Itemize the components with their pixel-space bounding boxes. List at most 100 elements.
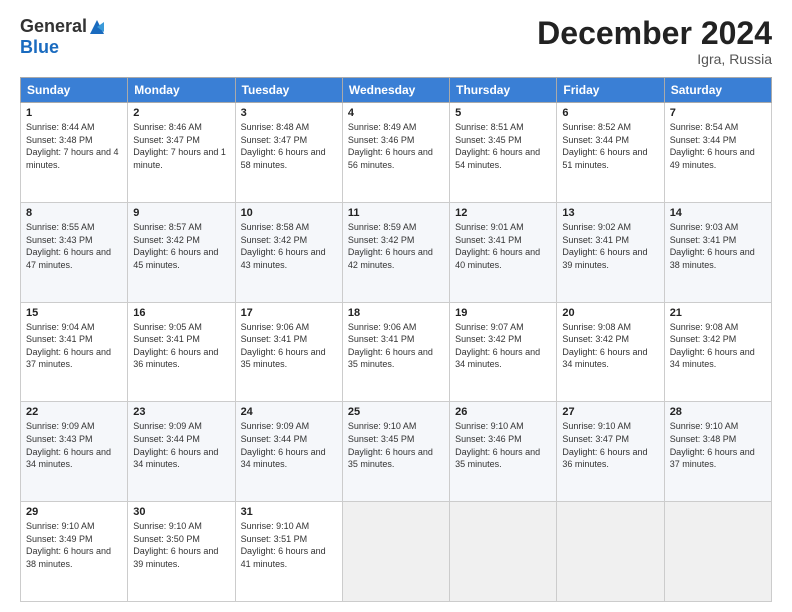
day-number: 3 xyxy=(241,107,337,119)
table-cell: 11 Sunrise: 8:59 AMSunset: 3:42 PMDayligh… xyxy=(342,202,449,302)
day-number: 30 xyxy=(133,506,229,518)
logo-icon xyxy=(88,18,106,36)
day-number: 13 xyxy=(562,207,658,219)
cell-text: Sunrise: 9:10 AMSunset: 3:45 PMDaylight:… xyxy=(348,420,444,470)
table-cell xyxy=(557,502,664,602)
day-number: 31 xyxy=(241,506,337,518)
col-friday: Friday xyxy=(557,78,664,103)
day-number: 9 xyxy=(133,207,229,219)
day-number: 7 xyxy=(670,107,766,119)
table-cell: 19Sunrise: 9:07 AMSunset: 3:42 PMDayligh… xyxy=(450,302,557,402)
cell-text: Sunrise: 9:07 AMSunset: 3:42 PMDaylight:… xyxy=(455,321,551,371)
cell-text: Sunrise: 8:46 AMSunset: 3:47 PMDaylight:… xyxy=(133,121,229,171)
cell-text: Sunrise: 8:55 AMSunset: 3:43 PMDaylight:… xyxy=(26,221,122,271)
table-cell: 24 Sunrise: 9:09 AMSunset: 3:44 PMDayligh… xyxy=(235,402,342,502)
day-number: 20 xyxy=(562,307,658,319)
cell-text: Sunrise: 8:59 AMSunset: 3:42 PMDaylight:… xyxy=(348,221,444,271)
day-number: 23 xyxy=(133,406,229,418)
table-cell: 9Sunrise: 8:57 AMSunset: 3:42 PMDaylight… xyxy=(128,202,235,302)
table-cell: 29 Sunrise: 9:10 AMSunset: 3:49 PMDayligh… xyxy=(21,502,128,602)
day-number: 22 xyxy=(26,406,122,418)
table-cell: 4Sunrise: 8:49 AMSunset: 3:46 PMDaylight… xyxy=(342,103,449,203)
cell-text: Sunrise: 9:08 AMSunset: 3:42 PMDaylight:… xyxy=(562,321,658,371)
day-number: 6 xyxy=(562,107,658,119)
day-number: 5 xyxy=(455,107,551,119)
table-cell: 20 Sunrise: 9:08 AMSunset: 3:42 PMDayligh… xyxy=(557,302,664,402)
table-row: 15Sunrise: 9:04 AMSunset: 3:41 PMDayligh… xyxy=(21,302,772,402)
day-number: 25 xyxy=(348,406,444,418)
table-cell: 2 Sunrise: 8:46 AMSunset: 3:47 PMDaylight… xyxy=(128,103,235,203)
day-number: 4 xyxy=(348,107,444,119)
table-row: 8 Sunrise: 8:55 AMSunset: 3:43 PMDaylight… xyxy=(21,202,772,302)
day-number: 14 xyxy=(670,207,766,219)
cell-text: Sunrise: 9:02 AMSunset: 3:41 PMDaylight:… xyxy=(562,221,658,271)
day-number: 1 xyxy=(26,107,122,119)
table-cell: 17Sunrise: 9:06 AMSunset: 3:41 PMDayligh… xyxy=(235,302,342,402)
table-cell: 6Sunrise: 8:52 AMSunset: 3:44 PMDaylight… xyxy=(557,103,664,203)
cell-text: Sunrise: 9:10 AMSunset: 3:48 PMDaylight:… xyxy=(670,420,766,470)
page: General Blue December 2024 Igra, Russia … xyxy=(0,0,792,612)
table-cell: 21 Sunrise: 9:08 AMSunset: 3:42 PMDayligh… xyxy=(664,302,771,402)
cell-text: Sunrise: 9:09 AMSunset: 3:44 PMDaylight:… xyxy=(241,420,337,470)
cell-text: Sunrise: 9:08 AMSunset: 3:42 PMDaylight:… xyxy=(670,321,766,371)
day-number: 21 xyxy=(670,307,766,319)
col-thursday: Thursday xyxy=(450,78,557,103)
cell-text: Sunrise: 8:58 AMSunset: 3:42 PMDaylight:… xyxy=(241,221,337,271)
day-number: 17 xyxy=(241,307,337,319)
table-cell: 18 Sunrise: 9:06 AMSunset: 3:41 PMDayligh… xyxy=(342,302,449,402)
cell-text: Sunrise: 9:09 AMSunset: 3:44 PMDaylight:… xyxy=(133,420,229,470)
cell-text: Sunrise: 8:51 AMSunset: 3:45 PMDaylight:… xyxy=(455,121,551,171)
col-tuesday: Tuesday xyxy=(235,78,342,103)
col-monday: Monday xyxy=(128,78,235,103)
cell-text: Sunrise: 8:48 AMSunset: 3:47 PMDaylight:… xyxy=(241,121,337,171)
header: General Blue December 2024 Igra, Russia xyxy=(20,16,772,67)
cell-text: Sunrise: 9:05 AMSunset: 3:41 PMDaylight:… xyxy=(133,321,229,371)
logo: General Blue xyxy=(20,16,107,58)
header-row: Sunday Monday Tuesday Wednesday Thursday… xyxy=(21,78,772,103)
day-number: 26 xyxy=(455,406,551,418)
location: Igra, Russia xyxy=(537,51,772,67)
cell-text: Sunrise: 9:10 AMSunset: 3:49 PMDaylight:… xyxy=(26,520,122,570)
logo-blue: Blue xyxy=(20,37,59,58)
cell-text: Sunrise: 9:01 AMSunset: 3:41 PMDaylight:… xyxy=(455,221,551,271)
table-cell: 13 Sunrise: 9:02 AMSunset: 3:41 PMDayligh… xyxy=(557,202,664,302)
table-cell: 22Sunrise: 9:09 AMSunset: 3:43 PMDayligh… xyxy=(21,402,128,502)
table-cell: 16Sunrise: 9:05 AMSunset: 3:41 PMDayligh… xyxy=(128,302,235,402)
cell-text: Sunrise: 9:10 AMSunset: 3:51 PMDaylight:… xyxy=(241,520,337,570)
day-number: 24 xyxy=(241,406,337,418)
logo-general: General xyxy=(20,16,87,37)
table-cell xyxy=(664,502,771,602)
calendar-table: Sunday Monday Tuesday Wednesday Thursday… xyxy=(20,77,772,602)
cell-text: Sunrise: 9:10 AMSunset: 3:46 PMDaylight:… xyxy=(455,420,551,470)
table-cell: 25 Sunrise: 9:10 AMSunset: 3:45 PMDayligh… xyxy=(342,402,449,502)
table-cell: 7 Sunrise: 8:54 AMSunset: 3:44 PMDaylight… xyxy=(664,103,771,203)
table-cell: 10Sunrise: 8:58 AMSunset: 3:42 PMDayligh… xyxy=(235,202,342,302)
table-cell: 28 Sunrise: 9:10 AMSunset: 3:48 PMDayligh… xyxy=(664,402,771,502)
table-row: 22Sunrise: 9:09 AMSunset: 3:43 PMDayligh… xyxy=(21,402,772,502)
col-saturday: Saturday xyxy=(664,78,771,103)
cell-text: Sunrise: 8:54 AMSunset: 3:44 PMDaylight:… xyxy=(670,121,766,171)
table-cell: 27 Sunrise: 9:10 AMSunset: 3:47 PMDayligh… xyxy=(557,402,664,502)
table-cell: 3 Sunrise: 8:48 AMSunset: 3:47 PMDaylight… xyxy=(235,103,342,203)
table-cell: 5 Sunrise: 8:51 AMSunset: 3:45 PMDaylight… xyxy=(450,103,557,203)
table-row: 29 Sunrise: 9:10 AMSunset: 3:49 PMDayligh… xyxy=(21,502,772,602)
cell-text: Sunrise: 9:06 AMSunset: 3:41 PMDaylight:… xyxy=(348,321,444,371)
table-cell xyxy=(450,502,557,602)
month-title: December 2024 xyxy=(537,16,772,51)
day-number: 27 xyxy=(562,406,658,418)
day-number: 2 xyxy=(133,107,229,119)
day-number: 11 xyxy=(348,207,444,219)
day-number: 28 xyxy=(670,406,766,418)
table-cell: 8 Sunrise: 8:55 AMSunset: 3:43 PMDaylight… xyxy=(21,202,128,302)
day-number: 29 xyxy=(26,506,122,518)
table-cell: 30 Sunrise: 9:10 AMSunset: 3:50 PMDayligh… xyxy=(128,502,235,602)
day-number: 18 xyxy=(348,307,444,319)
cell-text: Sunrise: 9:10 AMSunset: 3:50 PMDaylight:… xyxy=(133,520,229,570)
table-cell: 26 Sunrise: 9:10 AMSunset: 3:46 PMDayligh… xyxy=(450,402,557,502)
col-wednesday: Wednesday xyxy=(342,78,449,103)
col-sunday: Sunday xyxy=(21,78,128,103)
day-number: 15 xyxy=(26,307,122,319)
day-number: 8 xyxy=(26,207,122,219)
cell-text: Sunrise: 9:10 AMSunset: 3:47 PMDaylight:… xyxy=(562,420,658,470)
table-cell: 14Sunrise: 9:03 AMSunset: 3:41 PMDayligh… xyxy=(664,202,771,302)
